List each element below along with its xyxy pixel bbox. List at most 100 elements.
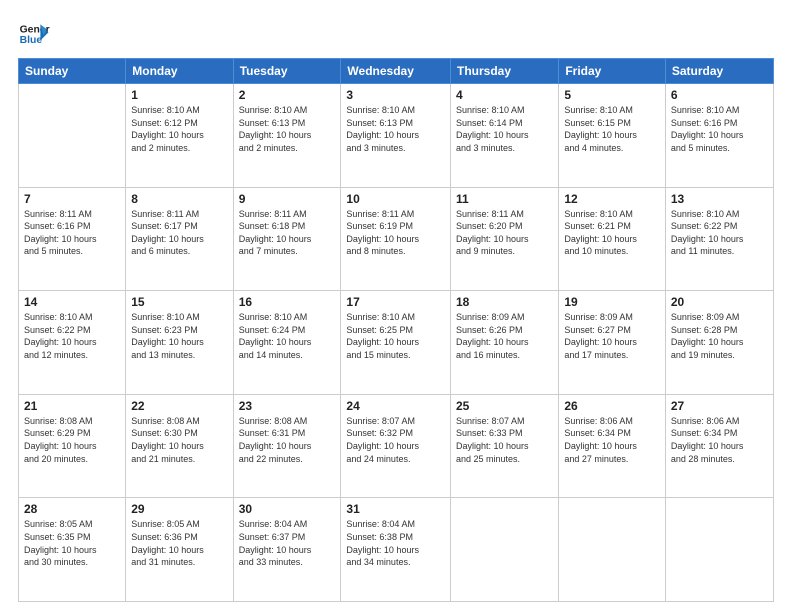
calendar-cell: 24 Sunrise: 8:07 AM Sunset: 6:32 PM Dayli… <box>341 394 451 498</box>
calendar-cell: 25Sunrise: 8:07 AM Sunset: 6:33 PM Dayli… <box>451 394 559 498</box>
cell-info: Sunrise: 8:10 AM Sunset: 6:22 PM Dayligh… <box>671 208 768 258</box>
cell-info: Sunrise: 8:11 AM Sunset: 6:19 PM Dayligh… <box>346 208 445 258</box>
calendar-cell <box>451 498 559 602</box>
cell-day-number: 26 <box>564 399 660 413</box>
calendar-table: SundayMondayTuesdayWednesdayThursdayFrid… <box>18 58 774 602</box>
calendar-cell: 8 Sunrise: 8:11 AM Sunset: 6:17 PM Daylig… <box>126 187 233 291</box>
calendar-cell: 7 Sunrise: 8:11 AM Sunset: 6:16 PM Daylig… <box>19 187 126 291</box>
cell-day-number: 2 <box>239 88 336 102</box>
cell-day-number: 18 <box>456 295 553 309</box>
logo: General Blue <box>18 18 50 50</box>
cell-day-number: 17 <box>346 295 445 309</box>
week-row-1: 7 Sunrise: 8:11 AM Sunset: 6:16 PM Daylig… <box>19 187 774 291</box>
cell-info: Sunrise: 8:09 AM Sunset: 6:26 PM Dayligh… <box>456 311 553 361</box>
weekday-friday: Friday <box>559 59 666 84</box>
calendar-cell: 19Sunrise: 8:09 AM Sunset: 6:27 PM Dayli… <box>559 291 666 395</box>
week-row-4: 28 Sunrise: 8:05 AM Sunset: 6:35 PM Dayli… <box>19 498 774 602</box>
cell-day-number: 7 <box>24 192 120 206</box>
cell-day-number: 25 <box>456 399 553 413</box>
cell-day-number: 1 <box>131 88 227 102</box>
cell-info: Sunrise: 8:08 AM Sunset: 6:30 PM Dayligh… <box>131 415 227 465</box>
cell-info: Sunrise: 8:10 AM Sunset: 6:16 PM Dayligh… <box>671 104 768 154</box>
cell-day-number: 28 <box>24 502 120 516</box>
cell-day-number: 24 <box>346 399 445 413</box>
cell-info: Sunrise: 8:10 AM Sunset: 6:14 PM Dayligh… <box>456 104 553 154</box>
cell-info: Sunrise: 8:08 AM Sunset: 6:31 PM Dayligh… <box>239 415 336 465</box>
cell-day-number: 9 <box>239 192 336 206</box>
cell-info: Sunrise: 8:10 AM Sunset: 6:13 PM Dayligh… <box>239 104 336 154</box>
weekday-header-row: SundayMondayTuesdayWednesdayThursdayFrid… <box>19 59 774 84</box>
week-row-3: 21 Sunrise: 8:08 AM Sunset: 6:29 PM Dayli… <box>19 394 774 498</box>
cell-info: Sunrise: 8:06 AM Sunset: 6:34 PM Dayligh… <box>671 415 768 465</box>
calendar-cell: 16 Sunrise: 8:10 AM Sunset: 6:24 PM Dayli… <box>233 291 341 395</box>
calendar-cell: 6 Sunrise: 8:10 AM Sunset: 6:16 PM Daylig… <box>665 84 773 188</box>
calendar-cell: 30Sunrise: 8:04 AM Sunset: 6:37 PM Dayli… <box>233 498 341 602</box>
cell-info: Sunrise: 8:07 AM Sunset: 6:32 PM Dayligh… <box>346 415 445 465</box>
cell-info: Sunrise: 8:11 AM Sunset: 6:18 PM Dayligh… <box>239 208 336 258</box>
calendar-cell: 4 Sunrise: 8:10 AM Sunset: 6:14 PM Daylig… <box>451 84 559 188</box>
cell-day-number: 19 <box>564 295 660 309</box>
cell-info: Sunrise: 8:11 AM Sunset: 6:17 PM Dayligh… <box>131 208 227 258</box>
cell-day-number: 11 <box>456 192 553 206</box>
cell-day-number: 22 <box>131 399 227 413</box>
week-row-2: 14 Sunrise: 8:10 AM Sunset: 6:22 PM Dayli… <box>19 291 774 395</box>
cell-info: Sunrise: 8:05 AM Sunset: 6:35 PM Dayligh… <box>24 518 120 568</box>
calendar-cell <box>19 84 126 188</box>
cell-info: Sunrise: 8:10 AM Sunset: 6:13 PM Dayligh… <box>346 104 445 154</box>
calendar-cell: 31 Sunrise: 8:04 AM Sunset: 6:38 PM Dayli… <box>341 498 451 602</box>
cell-day-number: 23 <box>239 399 336 413</box>
cell-day-number: 8 <box>131 192 227 206</box>
cell-day-number: 27 <box>671 399 768 413</box>
calendar-cell: 3Sunrise: 8:10 AM Sunset: 6:13 PM Daylig… <box>341 84 451 188</box>
cell-info: Sunrise: 8:10 AM Sunset: 6:15 PM Dayligh… <box>564 104 660 154</box>
calendar-cell: 10 Sunrise: 8:11 AM Sunset: 6:19 PM Dayli… <box>341 187 451 291</box>
cell-info: Sunrise: 8:10 AM Sunset: 6:22 PM Dayligh… <box>24 311 120 361</box>
weekday-sunday: Sunday <box>19 59 126 84</box>
calendar-cell: 15Sunrise: 8:10 AM Sunset: 6:23 PM Dayli… <box>126 291 233 395</box>
cell-info: Sunrise: 8:04 AM Sunset: 6:38 PM Dayligh… <box>346 518 445 568</box>
cell-info: Sunrise: 8:05 AM Sunset: 6:36 PM Dayligh… <box>131 518 227 568</box>
calendar-cell: 9 Sunrise: 8:11 AM Sunset: 6:18 PM Daylig… <box>233 187 341 291</box>
header: General Blue <box>18 18 774 50</box>
logo-icon: General Blue <box>18 18 50 50</box>
cell-day-number: 4 <box>456 88 553 102</box>
weekday-wednesday: Wednesday <box>341 59 451 84</box>
svg-text:Blue: Blue <box>20 35 43 46</box>
week-row-0: 1 Sunrise: 8:10 AM Sunset: 6:12 PM Daylig… <box>19 84 774 188</box>
cell-day-number: 6 <box>671 88 768 102</box>
cell-info: Sunrise: 8:04 AM Sunset: 6:37 PM Dayligh… <box>239 518 336 568</box>
cell-day-number: 21 <box>24 399 120 413</box>
weekday-tuesday: Tuesday <box>233 59 341 84</box>
calendar-cell: 18 Sunrise: 8:09 AM Sunset: 6:26 PM Dayli… <box>451 291 559 395</box>
calendar-cell: 20Sunrise: 8:09 AM Sunset: 6:28 PM Dayli… <box>665 291 773 395</box>
cell-info: Sunrise: 8:11 AM Sunset: 6:16 PM Dayligh… <box>24 208 120 258</box>
cell-day-number: 29 <box>131 502 227 516</box>
calendar-cell: 1 Sunrise: 8:10 AM Sunset: 6:12 PM Daylig… <box>126 84 233 188</box>
calendar-cell: 28 Sunrise: 8:05 AM Sunset: 6:35 PM Dayli… <box>19 498 126 602</box>
cell-day-number: 31 <box>346 502 445 516</box>
weekday-saturday: Saturday <box>665 59 773 84</box>
calendar-cell: 27 Sunrise: 8:06 AM Sunset: 6:34 PM Dayli… <box>665 394 773 498</box>
cell-day-number: 20 <box>671 295 768 309</box>
cell-day-number: 14 <box>24 295 120 309</box>
calendar-cell: 22 Sunrise: 8:08 AM Sunset: 6:30 PM Dayli… <box>126 394 233 498</box>
calendar-cell: 5Sunrise: 8:10 AM Sunset: 6:15 PM Daylig… <box>559 84 666 188</box>
cell-day-number: 13 <box>671 192 768 206</box>
cell-day-number: 16 <box>239 295 336 309</box>
cell-info: Sunrise: 8:10 AM Sunset: 6:24 PM Dayligh… <box>239 311 336 361</box>
calendar-cell: 23 Sunrise: 8:08 AM Sunset: 6:31 PM Dayli… <box>233 394 341 498</box>
calendar-cell: 14 Sunrise: 8:10 AM Sunset: 6:22 PM Dayli… <box>19 291 126 395</box>
cell-info: Sunrise: 8:10 AM Sunset: 6:23 PM Dayligh… <box>131 311 227 361</box>
cell-info: Sunrise: 8:08 AM Sunset: 6:29 PM Dayligh… <box>24 415 120 465</box>
cell-info: Sunrise: 8:10 AM Sunset: 6:12 PM Dayligh… <box>131 104 227 154</box>
calendar-cell: 17Sunrise: 8:10 AM Sunset: 6:25 PM Dayli… <box>341 291 451 395</box>
calendar-cell: 29 Sunrise: 8:05 AM Sunset: 6:36 PM Dayli… <box>126 498 233 602</box>
calendar-cell <box>559 498 666 602</box>
calendar-cell: 11Sunrise: 8:11 AM Sunset: 6:20 PM Dayli… <box>451 187 559 291</box>
cell-day-number: 10 <box>346 192 445 206</box>
weekday-monday: Monday <box>126 59 233 84</box>
cell-info: Sunrise: 8:06 AM Sunset: 6:34 PM Dayligh… <box>564 415 660 465</box>
cell-info: Sunrise: 8:10 AM Sunset: 6:21 PM Dayligh… <box>564 208 660 258</box>
calendar-cell: 21 Sunrise: 8:08 AM Sunset: 6:29 PM Dayli… <box>19 394 126 498</box>
calendar-cell <box>665 498 773 602</box>
